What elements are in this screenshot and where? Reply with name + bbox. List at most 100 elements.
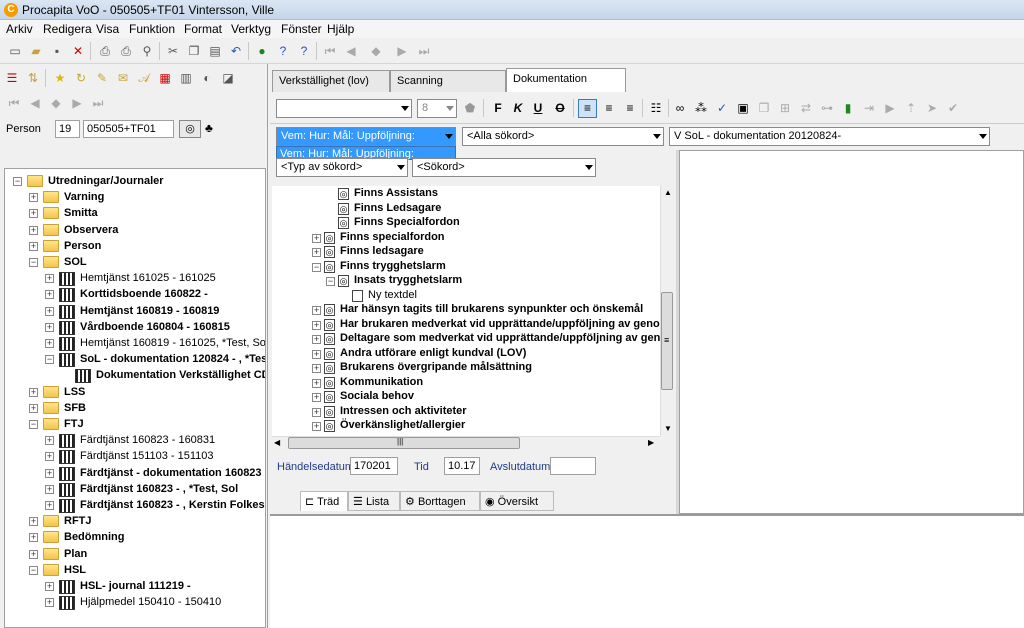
tree-node[interactable]: Varning	[64, 189, 104, 205]
sokord-select[interactable]: <Alla sökord>	[462, 127, 664, 146]
tree-node[interactable]: HSL- journal 111219 -	[80, 578, 191, 594]
vertical-scroll-thumb[interactable]: ≡	[661, 292, 673, 390]
expand-icon[interactable]: +	[312, 378, 321, 388]
expand-icon[interactable]: +	[29, 517, 38, 527]
expand-icon[interactable]: +	[45, 598, 54, 608]
collapse-icon[interactable]: −	[29, 420, 38, 429]
person-id-field[interactable]: 050505+TF01	[83, 120, 174, 138]
expand-icon[interactable]: +	[312, 349, 321, 359]
scroll-up-icon[interactable]: ▲	[664, 188, 672, 197]
scroll-down-icon[interactable]: ▼	[664, 424, 672, 433]
expand-icon[interactable]: +	[29, 533, 38, 543]
delete-icon[interactable]: ✕	[70, 43, 86, 59]
menu-fonster[interactable]: Fönster	[281, 22, 322, 36]
avslutdatum-field[interactable]	[550, 457, 596, 475]
left-previous-icon[interactable]: ◀	[27, 95, 43, 111]
tab-oversikt[interactable]: ◉ Översikt	[480, 491, 554, 511]
add-up-icon[interactable]: ⇡	[903, 100, 919, 116]
tree-node[interactable]: Hemtjänst 160819 - 160819	[80, 303, 219, 319]
tree-node[interactable]: Färdtjänst - dokumentation 160823 -	[80, 465, 265, 481]
tab-borttagen[interactable]: ⚙ Borttagen	[400, 491, 480, 511]
tree-node[interactable]: Färdtjänst 160823 - , *Test, Sol	[80, 481, 238, 497]
new-document-icon[interactable]: ▭	[7, 43, 23, 59]
first-record-icon[interactable]: ⏮	[322, 43, 338, 59]
underline-icon[interactable]: U	[530, 100, 546, 116]
find-icon[interactable]: ⚲	[139, 43, 155, 59]
vem-hur-filter-select[interactable]: Vem: Hur: Mål: Uppföljning:	[276, 127, 456, 146]
chart-icon[interactable]: ◪	[220, 70, 236, 86]
paint-icon[interactable]: ⬟	[462, 100, 478, 116]
bold-icon[interactable]: F	[490, 100, 506, 116]
undo-icon[interactable]: ↶	[228, 43, 244, 59]
expand-icon[interactable]: +	[312, 233, 321, 243]
edit-note-icon[interactable]: ✎	[94, 70, 110, 86]
current-record-icon[interactable]: ◆	[368, 43, 384, 59]
tab-scanning[interactable]: Scanning	[390, 70, 506, 92]
expand-icon[interactable]: +	[312, 422, 321, 431]
tree-node[interactable]: Vårdboende 160804 - 160815	[80, 319, 230, 335]
expand-icon[interactable]: +	[45, 290, 54, 300]
tree-node[interactable]: HSL	[64, 562, 86, 578]
calendar-icon[interactable]: ▦	[157, 70, 173, 86]
expand-icon[interactable]: +	[29, 225, 38, 235]
expand-icon[interactable]: +	[312, 248, 321, 257]
expand-icon[interactable]: +	[312, 364, 321, 373]
tree-node[interactable]: Färdtjänst 151103 - 151103	[80, 448, 214, 464]
export-icon[interactable]: ⇥	[861, 100, 877, 116]
copy-text-icon[interactable]: ❐	[756, 100, 772, 116]
expand-icon[interactable]: +	[45, 582, 54, 591]
tree-node[interactable]: Färdtjänst 160823 - 160831	[80, 432, 215, 448]
scroll-right-icon[interactable]: ▶	[648, 438, 654, 447]
move-icon[interactable]: ⇄	[798, 100, 814, 116]
expand-icon[interactable]: +	[45, 468, 54, 478]
list-icon[interactable]: ☰	[4, 70, 20, 86]
signature-icon[interactable]: 𝒜	[136, 70, 152, 86]
tree-node[interactable]: Färdtjänst 160823 - , Kerstin Folkesson	[80, 497, 265, 513]
insert-image-icon[interactable]: ▣	[735, 100, 751, 116]
expand-icon[interactable]: +	[312, 335, 321, 344]
align-center-icon[interactable]: ≡	[601, 100, 617, 116]
tree-node[interactable]: Dokumentation Verkställighet CD	[96, 367, 265, 383]
left-first-icon[interactable]: ⏮	[6, 95, 22, 111]
pie-icon[interactable]: ◐	[199, 70, 215, 86]
tree-person-icon[interactable]: ♣	[205, 121, 213, 135]
expand-icon[interactable]: +	[45, 436, 54, 446]
font-size-select[interactable]: 8	[417, 99, 457, 118]
collapse-icon[interactable]: −	[29, 565, 38, 575]
filter-icon[interactable]: ⇅	[25, 70, 41, 86]
traffic-light-icon[interactable]: ▮	[840, 100, 856, 116]
special-chars-icon[interactable]: ⁂	[693, 100, 709, 116]
print-preview-icon[interactable]: ⎙	[97, 43, 113, 59]
align-right-icon[interactable]: ≡	[622, 100, 638, 116]
collapse-icon[interactable]: −	[45, 355, 54, 365]
collapse-icon[interactable]: −	[29, 258, 38, 267]
menu-funktion[interactable]: Funktion	[129, 22, 175, 36]
expand-icon[interactable]: +	[29, 241, 38, 251]
tid-field[interactable]: 10.17	[444, 457, 480, 475]
info-icon[interactable]: ●	[254, 43, 270, 59]
last-record-icon[interactable]: ⏭	[416, 43, 432, 59]
expand-icon[interactable]: +	[312, 320, 321, 330]
left-last-icon[interactable]: ⏭	[90, 95, 106, 111]
expand-icon[interactable]: +	[45, 306, 54, 316]
forward-icon[interactable]: ➤	[924, 100, 940, 116]
expand-icon[interactable]: +	[29, 193, 38, 203]
expand-icon[interactable]: +	[312, 407, 321, 417]
expand-icon[interactable]: +	[29, 549, 38, 559]
italic-icon[interactable]: K	[510, 100, 526, 116]
binoculars-icon[interactable]: ∞	[672, 100, 688, 116]
tree-node[interactable]: Plan	[64, 546, 87, 562]
paste-icon[interactable]: ▤	[207, 43, 223, 59]
mail-icon[interactable]: ✉	[115, 70, 131, 86]
expand-icon[interactable]: +	[29, 387, 38, 397]
person-number-field[interactable]: 19	[55, 120, 80, 138]
collapse-icon[interactable]: −	[13, 177, 22, 186]
menu-verktyg[interactable]: Verktyg	[231, 22, 271, 36]
tab-dokumentation[interactable]: Dokumentation	[506, 68, 626, 92]
tab-trad[interactable]: ⊏ Träd	[300, 491, 348, 511]
expand-icon[interactable]: +	[29, 403, 38, 413]
spellcheck-icon[interactable]: ✓	[714, 100, 730, 116]
print-icon[interactable]: ⎙	[118, 43, 134, 59]
tree-node[interactable]: Utredningar/Journaler	[48, 173, 164, 189]
tree-node[interactable]: SFB	[64, 400, 86, 416]
